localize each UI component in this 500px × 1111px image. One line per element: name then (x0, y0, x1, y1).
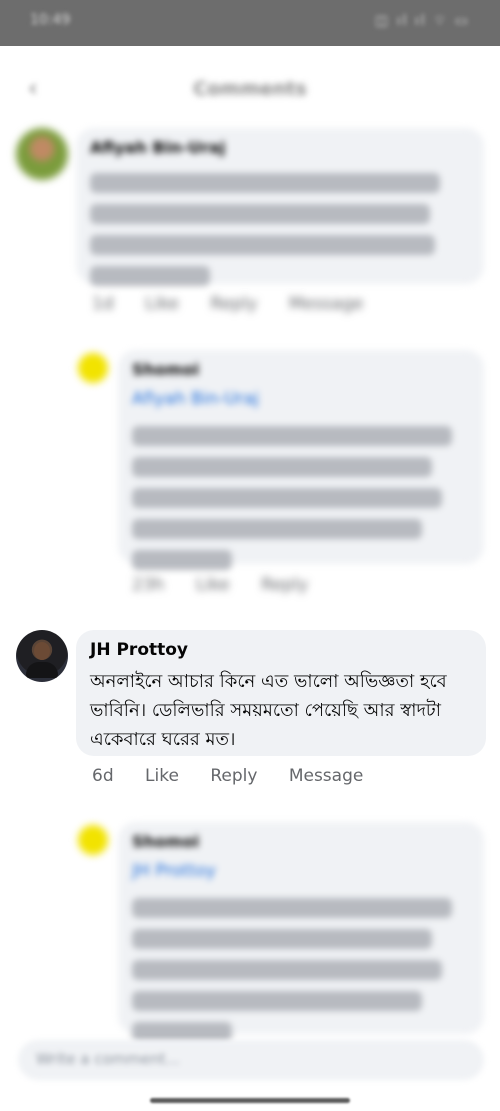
comment-author[interactable]: Afiyah Bin-Uraj (90, 138, 225, 157)
comment-actions: 23h Like Reply (132, 575, 334, 595)
comment-actions: 1d Like Reply Message (92, 294, 389, 314)
comment-time: 23h (132, 575, 165, 595)
comment-author[interactable]: Shomoi (132, 360, 199, 379)
avatar[interactable] (78, 353, 108, 383)
comment-text-blurred: JH Prottoy (132, 856, 462, 1053)
comment-bubble: Afiyah Bin-Uraj (76, 128, 484, 286)
comment-text-blurred (90, 162, 470, 297)
reply-button[interactable]: Reply (210, 294, 257, 314)
message-button[interactable]: Message (289, 766, 364, 786)
home-indicator[interactable] (150, 1098, 350, 1103)
reply-bubble: Shomoi JH Prottoy (118, 822, 484, 1042)
comment-author[interactable]: Shomoi (132, 832, 199, 851)
like-button[interactable]: Like (145, 294, 179, 314)
avatar[interactable] (78, 825, 108, 855)
message-button[interactable]: Message (289, 294, 364, 314)
comment-text-blurred: Afiyah Bin-Uraj (132, 384, 462, 581)
status-indicators: ◫ ıl ıl ⌔ ▭ (375, 13, 470, 29)
status-time: 10:49 (30, 12, 71, 28)
comment-actions: 6d Like Reply Message (92, 766, 389, 786)
header: ‹ Comments (0, 58, 500, 118)
status-bar: 10:49 ◫ ıl ıl ⌔ ▭ (0, 0, 500, 46)
mention-link[interactable]: Afiyah Bin-Uraj (132, 389, 259, 409)
avatar[interactable] (16, 128, 68, 180)
avatar[interactable] (16, 630, 68, 682)
reply-button[interactable]: Reply (261, 575, 308, 595)
avatar-face (34, 642, 50, 660)
reply-button[interactable]: Reply (210, 766, 257, 786)
reply-bubble: Shomoi Afiyah Bin-Uraj (118, 350, 484, 570)
page-title: Comments (193, 78, 307, 100)
comment-time: 1d (92, 294, 114, 314)
composer-placeholder: Write a comment... (36, 1050, 180, 1068)
comment-time: 6d (92, 766, 114, 786)
mention-link[interactable]: JH Prottoy (132, 861, 216, 881)
comment-composer[interactable]: Write a comment... (18, 1040, 484, 1080)
like-button[interactable]: Like (196, 575, 230, 595)
like-button[interactable]: Like (145, 766, 179, 786)
avatar-shirt (26, 662, 58, 678)
comment-bubble: JH Prottoy অনলাইনে আচার কিনে এত ভালো অভি… (76, 630, 486, 756)
comment-author[interactable]: JH Prottoy (90, 640, 188, 660)
comment-text: অনলাইনে আচার কিনে এত ভালো অভিজ্ঞতা হবে ভ… (90, 671, 447, 750)
